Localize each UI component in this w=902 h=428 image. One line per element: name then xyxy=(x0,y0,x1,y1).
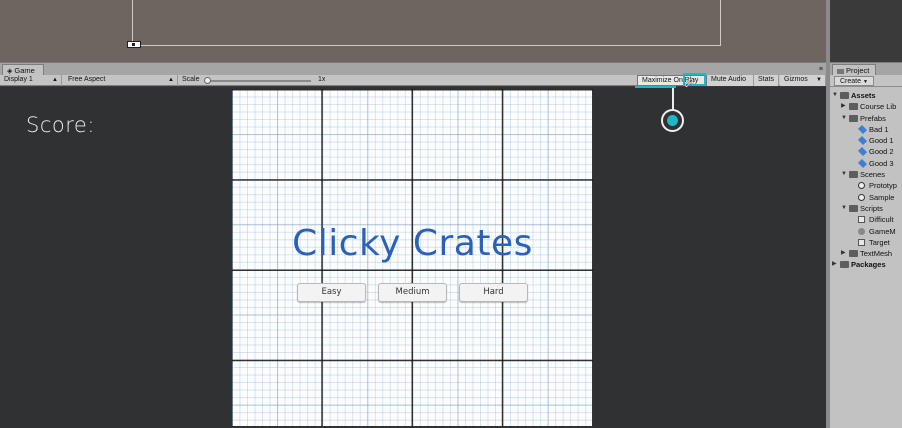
camera-frame xyxy=(132,0,721,46)
game-canvas-graph-paper: Clicky Crates Easy Medium Hard xyxy=(232,89,593,426)
mute-audio-toggle[interactable]: Mute Audio xyxy=(707,75,754,86)
tree-item[interactable]: Good 2 xyxy=(830,146,902,157)
tree-item-label: Difficult xyxy=(869,215,894,225)
tree-item[interactable]: ▼ Scripts xyxy=(830,203,902,214)
tree-item-label: Good 3 xyxy=(869,158,894,168)
expand-arrow-icon[interactable]: ▼ xyxy=(841,203,847,214)
folder-icon xyxy=(849,114,858,122)
tree-item-label: Good 1 xyxy=(869,136,894,146)
project-tab-bar: Project xyxy=(830,62,902,76)
unity-editor-window: ◈ Game ≡ Display 1 ▲︎ Free Aspect ▲︎ Scal… xyxy=(0,0,902,428)
tree-item-label: GameM xyxy=(869,226,896,236)
gizmos-label: Gizmos xyxy=(784,76,808,83)
display-value: Display 1 xyxy=(4,76,33,83)
scene-icon xyxy=(858,182,865,190)
panel-menu-icon[interactable]: ≡ xyxy=(819,64,823,75)
collapse-arrow-icon[interactable]: ▶ xyxy=(832,259,837,270)
gear-icon xyxy=(858,227,865,235)
prefab-icon xyxy=(857,124,868,134)
tree-item-label: Prototyp xyxy=(869,181,897,191)
project-toolbar: Create ▼︎ xyxy=(830,75,902,87)
tree-item-label: TextMesh xyxy=(860,249,893,259)
folder-icon xyxy=(840,92,849,99)
scale-slider-knob[interactable] xyxy=(204,77,211,84)
tree-item[interactable]: Target xyxy=(830,237,902,248)
medium-button[interactable]: Medium xyxy=(378,283,447,302)
scene-view[interactable] xyxy=(0,0,826,62)
aspect-dropdown[interactable]: Free Aspect ▲︎ xyxy=(64,75,178,86)
create-button[interactable]: Create ▼︎ xyxy=(834,76,874,86)
tree-item[interactable]: ▼ Scenes xyxy=(830,169,902,180)
tree-item[interactable]: ▶ TextMesh xyxy=(830,248,902,259)
dropdown-arrow-icon: ▲︎ xyxy=(168,77,174,83)
mouse-cursor-icon: ⬀ xyxy=(683,74,695,90)
scene-icon xyxy=(858,193,865,201)
display-dropdown[interactable]: Display 1 ▲︎ xyxy=(0,75,62,86)
collapse-arrow-icon[interactable]: ▶ xyxy=(841,101,846,112)
folder-icon xyxy=(849,250,858,258)
rect-handle[interactable] xyxy=(127,41,141,48)
script-icon xyxy=(858,238,865,246)
score-label: Score: xyxy=(26,113,95,137)
expand-arrow-icon[interactable]: ▼ xyxy=(841,113,847,124)
dropdown-arrow-icon: ▲︎ xyxy=(52,77,58,83)
tree-item[interactable]: GameM xyxy=(830,226,902,237)
highlight-underline xyxy=(635,86,676,88)
script-icon xyxy=(858,216,865,224)
aspect-value: Free Aspect xyxy=(68,76,106,83)
folder-icon xyxy=(849,171,858,179)
tree-item[interactable]: ▼ Prefabs xyxy=(830,113,902,124)
create-label: Create xyxy=(840,78,862,85)
tree-item-label: Prefabs xyxy=(860,113,886,123)
tree-item-label: Scenes xyxy=(860,170,886,180)
prefab-icon xyxy=(857,147,868,157)
prefab-icon xyxy=(857,136,868,146)
dropdown-arrow-icon: ▼︎ xyxy=(862,79,868,85)
tree-item[interactable]: Good 3 xyxy=(830,158,902,169)
scale-value: 1x xyxy=(318,76,326,83)
collapse-arrow-icon[interactable]: ▶ xyxy=(841,248,846,259)
tree-item-label: Good 2 xyxy=(869,147,894,157)
dropdown-arrow-icon: ▼︎ xyxy=(816,77,822,83)
tree-item[interactable]: Bad 1 xyxy=(830,124,902,135)
tree-item-label: Sample xyxy=(869,192,895,202)
folder-icon xyxy=(837,68,844,74)
pointer-connector xyxy=(672,88,674,110)
click-indicator-icon xyxy=(661,109,684,132)
folder-icon xyxy=(840,261,849,269)
tree-item[interactable]: ▶ Packages xyxy=(830,259,902,270)
tree-item-label: Bad 1 xyxy=(869,124,889,134)
tree-item-label: Scripts xyxy=(860,203,883,213)
gizmos-dropdown[interactable]: Gizmos ▼︎ xyxy=(780,75,826,86)
hard-button[interactable]: Hard xyxy=(459,283,528,302)
folder-icon xyxy=(849,204,858,212)
project-tree: ▼ Assets ▶ Course Lib ▼ Prefabs Bad 1 Good 1 Goo… xyxy=(830,90,902,271)
tab-project-label: Project xyxy=(846,66,870,75)
tree-item-label: Packages xyxy=(851,260,886,270)
tree-item[interactable]: ▶ Course Lib xyxy=(830,101,902,112)
expand-arrow-icon[interactable]: ▼ xyxy=(832,90,838,101)
tree-item[interactable]: Difficult xyxy=(830,214,902,225)
easy-button[interactable]: Easy xyxy=(297,283,366,302)
game-title: Clicky Crates xyxy=(292,223,533,264)
tree-item-label: Target xyxy=(869,237,890,247)
folder-icon xyxy=(849,103,858,111)
tab-game-label: Game xyxy=(14,66,35,75)
tree-item[interactable]: Prototyp xyxy=(830,180,902,191)
tree-item-label: Course Lib xyxy=(860,102,897,112)
scale-label: Scale xyxy=(182,76,200,83)
tree-item[interactable]: ▼ Assets xyxy=(830,90,902,101)
project-panel: Project Create ▼︎ ▼ Assets ▶ Course Lib ▼ Pre… xyxy=(830,62,902,428)
tree-item[interactable]: Sample xyxy=(830,192,902,203)
prefab-icon xyxy=(857,158,868,168)
tree-item-label: Assets xyxy=(851,91,876,100)
expand-arrow-icon[interactable]: ▼ xyxy=(841,169,847,180)
stats-toggle[interactable]: Stats xyxy=(754,75,779,86)
scale-slider-track[interactable] xyxy=(207,80,311,82)
game-view[interactable]: Score: Clicky Crates Easy Medium Hard xyxy=(0,87,826,428)
tree-item[interactable]: Good 1 xyxy=(830,135,902,146)
